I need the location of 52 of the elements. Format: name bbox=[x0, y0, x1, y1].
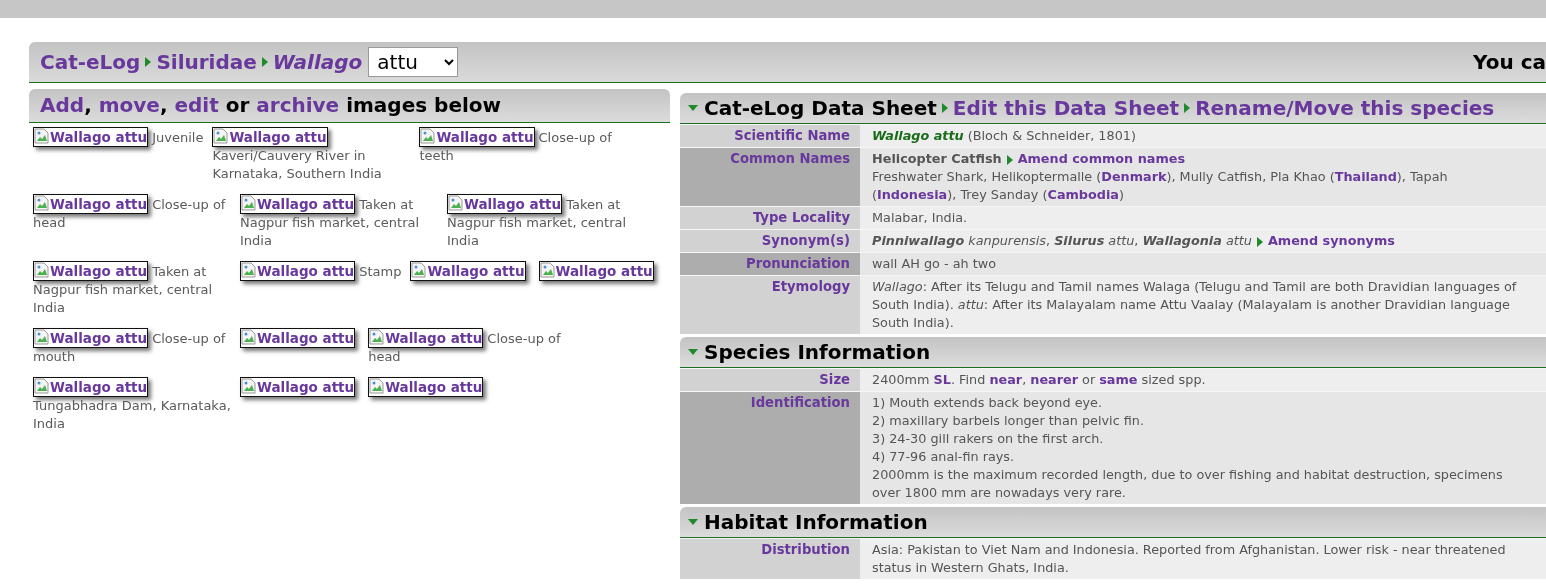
section-title: Species Information bbox=[704, 340, 931, 364]
header-text: You ca bbox=[1473, 50, 1546, 74]
link[interactable]: nearer bbox=[1030, 372, 1078, 387]
link[interactable]: Siluridae bbox=[156, 50, 257, 74]
image-link[interactable]: Wallago attu Taken at Nagpur fish market, central India bbox=[240, 194, 438, 250]
section-title: Cat-eLog Data Sheet bbox=[704, 96, 937, 120]
field-label: Distribution bbox=[680, 539, 860, 579]
field-value: Asia: Pakistan to Viet Nam and Indonesia. Reported from Afghanistan. Lower risk - near threatened status in Western Ghats, India. bbox=[860, 539, 1546, 579]
image-link[interactable]: Wallago attu Taken at Nagpur fish market, central India bbox=[33, 261, 231, 317]
image-link[interactable]: Wallago attu Taken at Nagpur fish market, central India bbox=[447, 194, 645, 250]
field-label: Common Names bbox=[680, 148, 860, 206]
field-value: 1) Mouth extends back beyond eye. 2) maxillary barbels longer than pelvic fin. 3) 24-30 gill rakers on the first arch. 4) 77-96 anal-fin rays. 2000mm is the maximum recorded length, due to over fishing and habitat destruction, specimens over 1800 mm are nowadays very rare. bbox=[860, 392, 1546, 504]
species-dropdown[interactable]: attu bbox=[368, 47, 459, 77]
field-label: Etymology bbox=[680, 276, 860, 334]
field-label: Type Locality bbox=[680, 207, 860, 229]
link[interactable]: near bbox=[989, 372, 1023, 387]
link[interactable]: Amend common names bbox=[1017, 151, 1186, 166]
link[interactable]: Cambodia bbox=[1047, 187, 1119, 202]
link[interactable]: move bbox=[98, 93, 160, 117]
section-title: Habitat Information bbox=[704, 510, 928, 534]
link[interactable]: Thailand bbox=[1334, 169, 1397, 184]
image-link[interactable]: Wallago attu Close-up of head bbox=[33, 194, 231, 232]
link[interactable]: Amend synonyms bbox=[1267, 233, 1395, 248]
field-value: Wallago: After its Telugu and Tamil names Walaga (Telugu and Tamil are both Dravidian languages of South India). attu: After its Malayalam name Attu Vaalay (Malayalam is another Dravidian language South India). bbox=[860, 276, 1546, 334]
link[interactable]: Denmark bbox=[1101, 169, 1167, 184]
link[interactable]: Add bbox=[40, 93, 85, 117]
link[interactable]: Rename/Move this species bbox=[1195, 96, 1495, 120]
field-label: Synonym(s) bbox=[680, 230, 860, 252]
field-label: Size bbox=[680, 369, 860, 391]
gallery-heading: Add, move, edit or archive images below bbox=[29, 89, 670, 123]
field-label: Scientific Name bbox=[680, 125, 860, 147]
field-value: Helicopter Catfish Amend common names Freshwater Shark, Helikoptermalle (Denmark), Mully Catfish, Pla Khao (Thailand), Tapah (Indonesia), Trey Sanday (Cambodia) bbox=[860, 148, 1546, 206]
field-value: Wallago attu (Bloch & Schneider, 1801) bbox=[860, 125, 1546, 147]
link[interactable]: SL bbox=[933, 372, 951, 387]
field-value: Malabar, India. bbox=[860, 207, 1546, 229]
link[interactable]: Edit this Data Sheet bbox=[952, 96, 1180, 120]
field-label: Pronunciation bbox=[680, 253, 860, 275]
link[interactable]: archive bbox=[256, 93, 340, 117]
image-link[interactable]: Wallago attu Close-up of mouth bbox=[33, 328, 231, 366]
field-value: Pinniwallago kanpurensis, Silurus attu, Wallagonia attu Amend synonyms bbox=[860, 230, 1546, 252]
link[interactable]: Cat-eLog bbox=[40, 50, 141, 74]
image-link[interactable]: Wallago attu Close-up of teeth bbox=[419, 127, 618, 165]
link[interactable]: edit bbox=[174, 93, 219, 117]
link[interactable]: Indonesia bbox=[877, 187, 948, 202]
field-value: 2400mm SL. Find near, nearer or same sized spp. bbox=[860, 369, 1546, 391]
field-label: Identification bbox=[680, 392, 860, 504]
image-link[interactable]: Wallago attu Kaveri/Cauvery River in Karnataka, Southern India bbox=[212, 127, 411, 183]
link[interactable]: same bbox=[1099, 372, 1138, 387]
image-link[interactable]: Wallago attu Tungabhadra Dam, Karnataka, India bbox=[33, 377, 231, 433]
link[interactable]: Wallago bbox=[272, 50, 363, 74]
field-value: wall AH go - ah two bbox=[860, 253, 1546, 275]
image-link[interactable]: Wallago attu Close-up of head bbox=[368, 328, 567, 366]
